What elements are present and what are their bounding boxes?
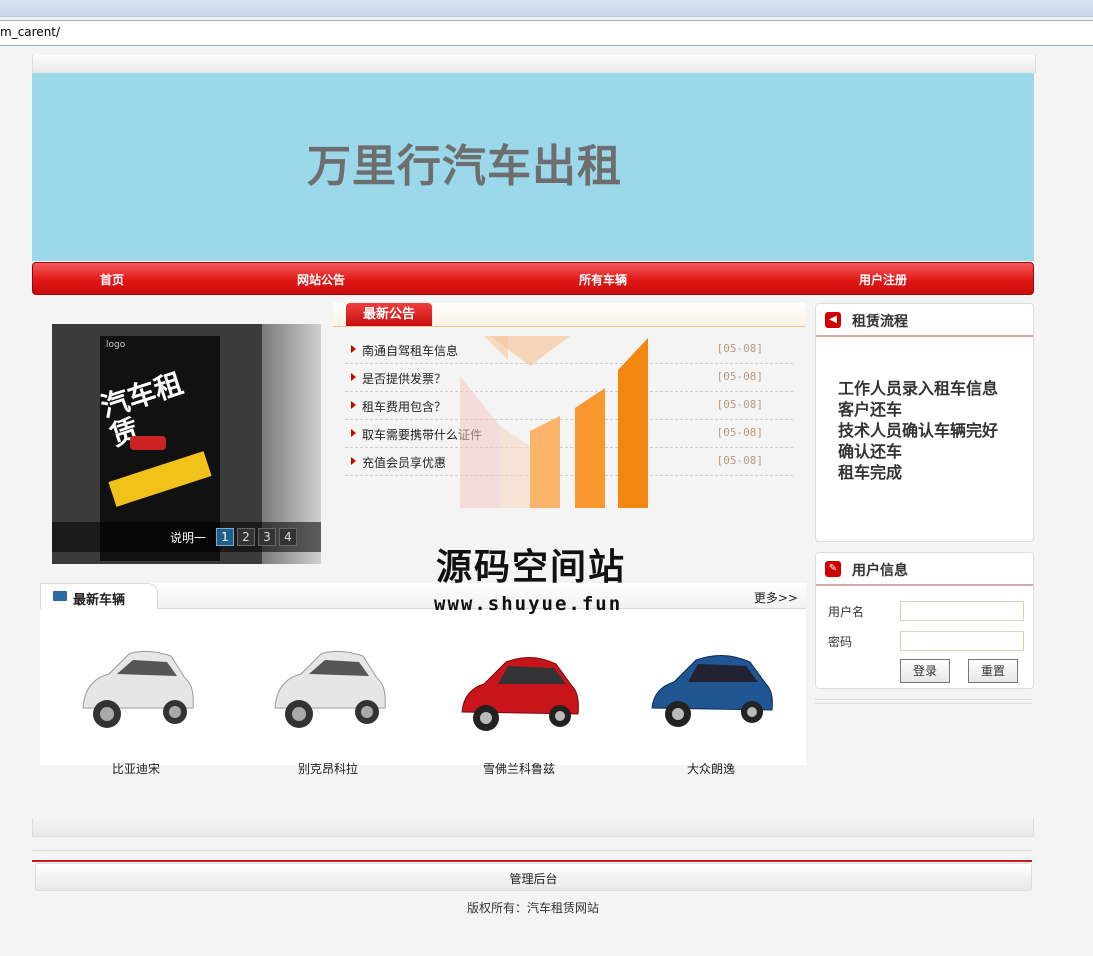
rental-flow-panel: ◀ 租赁流程 工作人员录入租车信息 客户还车 技术人员确认车辆完好 确认还车 租… (815, 303, 1034, 542)
flow-step: 客户还车 (838, 400, 903, 419)
news-date: [05-08] (716, 426, 763, 439)
vehicle-card[interactable]: 大众朗逸 (646, 628, 776, 776)
flow-step: 租车完成 (838, 463, 903, 482)
panel-divider (815, 699, 1032, 704)
poster-yellow-band (108, 451, 212, 507)
slide-caption: 说明一 (170, 531, 207, 545)
bullet-arrow-icon (351, 401, 356, 409)
password-label: 密码 (828, 635, 853, 649)
news-title[interactable]: 租车费用包含？ (362, 398, 446, 415)
bullet-arrow-icon (351, 345, 356, 353)
poster-car-graphic (130, 436, 166, 450)
vehicle-card[interactable]: 别克昂科拉 (263, 628, 393, 776)
nav-all-vehicles[interactable]: 所有车辆 (579, 271, 627, 288)
address-bar[interactable] (0, 20, 1093, 46)
news-date: [05-08] (716, 342, 763, 355)
news-title[interactable]: 是否提供发票？ (362, 370, 446, 387)
poster-logo: logo (106, 340, 126, 350)
admin-link[interactable]: 管理后台 (36, 870, 1031, 887)
username-label: 用户名 (828, 605, 865, 619)
slideshow[interactable]: logo 汽车租赁 说明一 1 2 3 4 (52, 324, 321, 564)
slide-page-4[interactable]: 4 (279, 528, 297, 546)
content-bottom-border (32, 818, 1034, 837)
car-icon (82, 650, 194, 728)
news-tab[interactable]: 最新公告 (346, 303, 432, 326)
bullet-arrow-icon (351, 373, 356, 381)
vehicle-card[interactable]: 雪佛兰科鲁兹 (454, 628, 584, 776)
car-icon (461, 657, 579, 731)
main-nav: 首页 网站公告 所有车辆 用户注册 (32, 262, 1034, 295)
vehicle-image[interactable] (71, 628, 201, 752)
vehicle-card[interactable]: 比亚迪宋 (71, 628, 201, 776)
watermark-text: 源码空间站 (436, 547, 627, 588)
user-info-header: ✎ 用户信息 (816, 553, 1033, 586)
nav-home[interactable]: 首页 (100, 271, 124, 288)
vehicle-name[interactable]: 别克昂科拉 (228, 760, 428, 777)
top-strip (32, 55, 1036, 73)
latest-vehicles-section: 最新车辆 更多>> 比亚迪宋 别克昂科拉 雪佛兰科鲁兹 大众朗逸 (40, 583, 806, 776)
vehicle-image[interactable] (646, 628, 776, 752)
flow-step: 工作人员录入租车信息 (838, 379, 999, 398)
footer-bar: 管理后台 (35, 863, 1032, 891)
bullet-arrow-icon (351, 457, 356, 465)
vehicle-name[interactable]: 比亚迪宋 (36, 760, 236, 777)
address-text: m_carent/ (0, 25, 61, 39)
bullet-arrow-icon (351, 429, 356, 437)
watermark-url: www.shuyue.fun (434, 593, 623, 615)
slide-page-3[interactable]: 3 (258, 528, 276, 546)
rental-flow-title: 租赁流程 (852, 314, 908, 330)
news-title[interactable]: 南通自驾租车信息 (362, 342, 458, 359)
news-date: [05-08] (716, 454, 763, 467)
vehicle-name[interactable]: 雪佛兰科鲁兹 (419, 760, 619, 777)
password-field[interactable] (900, 631, 1024, 651)
slide-caption-bar: 说明一 1 2 3 4 (52, 522, 321, 552)
vehicle-image[interactable] (454, 628, 584, 752)
vehicle-image[interactable] (263, 628, 393, 752)
rental-flow-steps: 工作人员录入租车信息 客户还车 技术人员确认车辆完好 确认还车 租车完成 (838, 378, 998, 483)
vehicle-name[interactable]: 大众朗逸 (611, 760, 811, 777)
vehicles-tab: 最新车辆 (40, 583, 158, 609)
rental-flow-header: ◀ 租赁流程 (816, 304, 1033, 337)
news-title[interactable]: 充值会员享优惠 (362, 454, 446, 471)
watermark-logo (460, 336, 648, 508)
vehicles-header: 最新车辆 更多>> (40, 583, 806, 609)
vehicles-more-link[interactable]: 更多>> (754, 589, 798, 606)
nav-register[interactable]: 用户注册 (859, 271, 907, 288)
speaker-icon: ◀ (825, 312, 841, 328)
site-title: 万里行汽车出租 (307, 141, 622, 192)
footer-divider (32, 850, 1032, 862)
copyright-text: 版权所有：汽车租赁网站 (466, 901, 599, 915)
news-date: [05-08] (716, 370, 763, 383)
flow-step: 技术人员确认车辆完好 (838, 421, 999, 440)
slide-page-2[interactable]: 2 (237, 528, 255, 546)
login-button[interactable]: 登录 (900, 659, 950, 683)
slide-page-1[interactable]: 1 (216, 528, 234, 546)
username-field[interactable] (900, 601, 1024, 621)
news-date: [05-08] (716, 398, 763, 411)
browser-titlebar (0, 0, 1093, 17)
book-icon (53, 591, 67, 601)
car-icon (651, 655, 773, 727)
reset-button[interactable]: 重置 (968, 659, 1018, 683)
car-icon (274, 650, 386, 728)
nav-announcements[interactable]: 网站公告 (297, 271, 345, 288)
edit-icon: ✎ (825, 561, 841, 577)
user-info-panel: ✎ 用户信息 用户名 密码 登录 重置 (815, 552, 1034, 689)
flow-step: 确认还车 (838, 442, 903, 461)
news-header: 最新公告 (333, 303, 805, 327)
user-info-title: 用户信息 (852, 563, 908, 579)
vehicles-title: 最新车辆 (73, 593, 126, 608)
